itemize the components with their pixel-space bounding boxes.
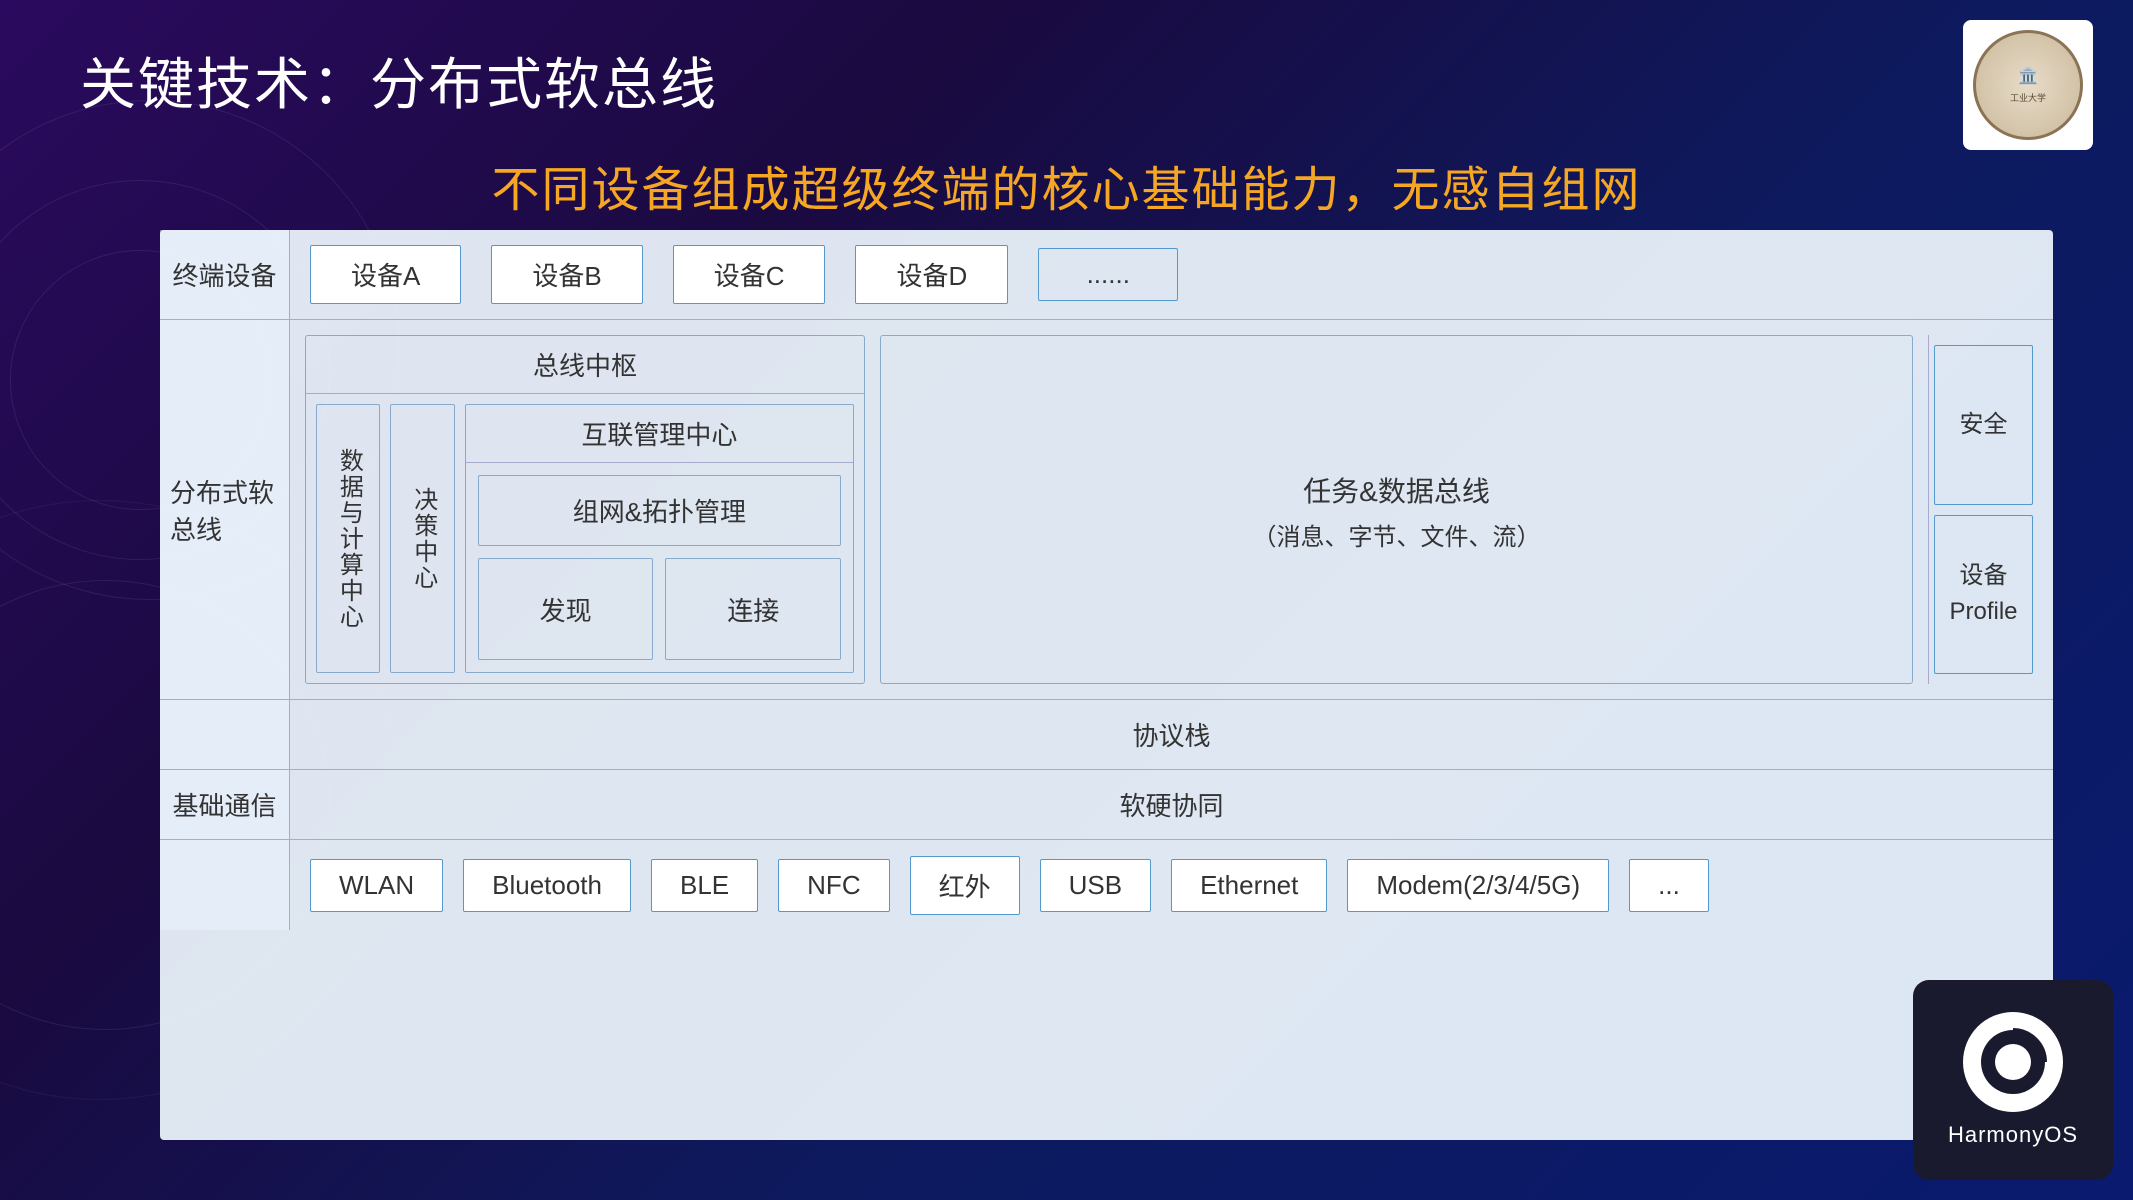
protocol-row: 协议栈 [160,700,2053,770]
network-mgmt-box: 组网&拓扑管理 [478,475,841,546]
soft-hard-bar: 软硬协同 [290,786,2053,823]
harmony-circle [1963,1012,2063,1112]
bus-label: 分布式软总线 [160,320,290,699]
right-col: 安全 设备 Profile [1928,335,2038,684]
protocol-label [160,700,290,769]
protocol-bar: 协议栈 [290,716,2053,753]
page-title: 关键技术：分布式软总线 [80,40,718,121]
task-bus-title: 任务&数据总线 [1303,467,1490,517]
tech-infrared: 红外 [910,856,1020,915]
tech-ble: BLE [651,859,758,912]
bus-hub-inner: 数据与计算中心 决策中心 互联管理中心 组网&拓扑管理 发现 连接 [306,394,864,683]
subtitle: 不同设备组成超级终端的核心基础能力，无感自组网 [0,150,2133,220]
connect-box: 连接 [665,558,841,660]
soft-hard-content: 软硬协同 [290,770,2053,839]
basic-comm-label: 基础通信 [160,770,290,839]
tech-ethernet: Ethernet [1171,859,1327,912]
bus-row: 分布式软总线 总线中枢 数据与计算中心 决策中心 互联管理中心 组网&拓扑管理 [160,320,2053,700]
device-a: 设备A [310,245,461,304]
devices-row: 终端设备 设备A 设备B 设备C 设备D ...... [160,230,2053,320]
device-dots: ...... [1038,248,1178,301]
harmony-text: HarmonyOS [1948,1122,2078,1148]
task-bus: 任务&数据总线 （消息、字节、文件、流） [880,335,1913,684]
tech-wlan: WLAN [310,859,443,912]
device-d: 设备D [855,245,1008,304]
devices-content: 设备A 设备B 设备C 设备D ...... [290,230,2053,319]
protocol-content: 协议栈 [290,700,2053,769]
terminal-label: 终端设备 [160,230,290,319]
tech-row: WLAN Bluetooth BLE NFC 红外 USB Ethernet M… [160,840,2053,930]
device-c: 设备C [673,245,826,304]
discover-connect-row: 发现 连接 [478,558,841,660]
interconnect-inner: 组网&拓扑管理 发现 连接 [466,463,853,672]
tech-content: WLAN Bluetooth BLE NFC 红外 USB Ethernet M… [290,840,2053,930]
bus-content: 总线中枢 数据与计算中心 决策中心 互联管理中心 组网&拓扑管理 发现 [290,320,2053,699]
bus-hub: 总线中枢 数据与计算中心 决策中心 互联管理中心 组网&拓扑管理 发现 [305,335,865,684]
interconnect-title: 互联管理中心 [466,405,853,463]
device-b: 设备B [491,245,642,304]
tech-usb: USB [1040,859,1151,912]
task-bus-subtitle: （消息、字节、文件、流） [1253,517,1541,552]
device-profile-box: 设备 Profile [1934,515,2033,675]
discover-box: 发现 [478,558,654,660]
safety-box: 安全 [1934,345,2033,505]
bus-hub-title: 总线中枢 [306,336,864,394]
data-center: 数据与计算中心 [316,404,380,673]
tech-nfc: NFC [778,859,889,912]
diagram-container: 终端设备 设备A 设备B 设备C 设备D ...... 分布式软总线 总线中枢 … [160,230,2053,1140]
tech-empty-label [160,840,290,930]
interconnect-section: 互联管理中心 组网&拓扑管理 发现 连接 [465,404,854,673]
tech-bluetooth: Bluetooth [463,859,631,912]
school-logo: 🏛️ 工业大学 [1963,20,2093,150]
logo-circle: 🏛️ 工业大学 [1973,30,2083,140]
harmony-icon [1968,1017,2058,1107]
soft-hard-row: 基础通信 软硬协同 [160,770,2053,840]
decision-center: 决策中心 [390,404,454,673]
title-area: 关键技术：分布式软总线 [80,40,718,121]
tech-more: ... [1629,859,1709,912]
harmony-logo: HarmonyOS [1913,980,2113,1180]
tech-modem: Modem(2/3/4/5G) [1347,859,1609,912]
